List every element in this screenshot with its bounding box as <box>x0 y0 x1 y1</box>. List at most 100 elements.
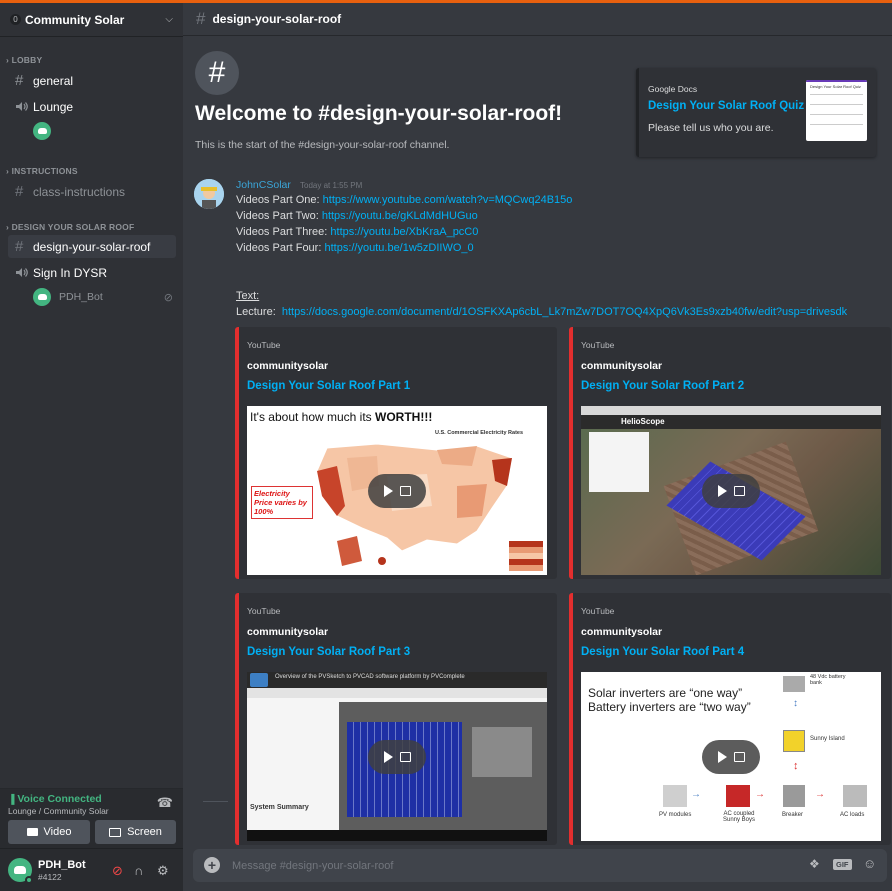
voice-channel-sign-in[interactable]: Sign In DYSR <box>8 261 176 284</box>
emoji-icon[interactable]: ☺ <box>863 856 876 871</box>
arrow-icon: → <box>815 789 825 800</box>
embed-provider: YouTube <box>581 606 615 616</box>
map-legend <box>509 541 543 571</box>
voice-panel: ▐ Voice Connected Lounge / Community Sol… <box>0 788 183 848</box>
breaker-label: Breaker <box>782 812 804 818</box>
voice-user[interactable] <box>33 122 51 140</box>
embed-title-link[interactable]: Design Your Solar Roof Part 3 <box>247 646 410 658</box>
text-label: Text: <box>236 290 260 302</box>
embed-title-link[interactable]: Design Your Solar Roof Part 1 <box>247 380 410 392</box>
embed-provider: YouTube <box>581 340 615 350</box>
embed-author[interactable]: communitysolar <box>247 626 328 638</box>
category-instructions[interactable]: › INSTRUCTIONS <box>6 166 78 176</box>
side-panel <box>589 432 649 492</box>
play-icon <box>717 484 727 497</box>
line-label: Videos Part One: <box>236 194 320 206</box>
channel-design-your-solar-roof[interactable]: # design-your-solar-roof <box>8 235 176 258</box>
youtube-embed: YouTube communitysolar Design Your Solar… <box>569 327 891 579</box>
message-input[interactable] <box>232 855 752 876</box>
hash-icon: # <box>15 72 24 89</box>
server-header[interactable]: 0 Community Solar ⌵ <box>0 3 183 37</box>
breaker-icon <box>783 785 805 807</box>
embed-title-link[interactable]: Design Your Solar Roof Quiz <box>648 100 804 112</box>
server-badge: 0 <box>10 14 21 25</box>
hash-icon: # <box>196 9 206 28</box>
battery-label: 48 Vdc battery bank <box>810 674 846 686</box>
message-line: Videos Part Four: https://youtu.be/1w5zD… <box>236 242 474 254</box>
channel-label: design-your-solar-roof <box>33 239 151 254</box>
gift-icon[interactable]: ❖ <box>809 857 820 871</box>
add-attachment-icon[interactable]: + <box>204 857 220 873</box>
gear-icon[interactable]: ⚙ <box>157 863 169 879</box>
video-thumbnail[interactable]: Overview of the PVSketch to PVCAD softwa… <box>247 672 547 841</box>
headphones-icon[interactable]: ∩ <box>134 863 143 878</box>
thumbnail-heading: Solar inverters are “one way” Battery inv… <box>588 686 751 714</box>
screen-button[interactable]: Screen <box>95 820 176 844</box>
embed-author[interactable]: communitysolar <box>581 360 662 372</box>
arrow-icon: → <box>755 789 765 800</box>
open-external-icon <box>399 485 411 496</box>
voice-channel-lounge[interactable]: Lounge <box>8 95 176 118</box>
play-button[interactable] <box>702 739 760 774</box>
battery-icon <box>783 676 805 692</box>
channel-logo <box>250 673 268 687</box>
play-icon <box>383 750 393 763</box>
inverter-icon <box>783 730 805 752</box>
embed-thumbnail[interactable]: Design Your Solar Roof Quiz <box>806 80 867 141</box>
channel-label: class-instructions <box>33 184 126 199</box>
hash-icon: # <box>15 238 24 255</box>
message-timestamp: Today at 1:55 PM <box>300 181 363 190</box>
gif-button[interactable]: GIF <box>833 859 852 870</box>
embed-title-link[interactable]: Design Your Solar Roof Part 4 <box>581 646 744 658</box>
browser-bar <box>581 406 881 415</box>
youtube-embed: YouTube communitysolar Design Your Solar… <box>235 327 557 579</box>
ac-loads-label: AC loads <box>840 812 865 818</box>
heading-text: It's about how much its <box>250 410 376 424</box>
category-label: DESIGN YOUR SOLAR ROOF <box>11 222 135 232</box>
category-lobby[interactable]: › LOBBY <box>6 55 42 65</box>
video-button[interactable]: Video <box>8 820 90 844</box>
video-link[interactable]: https://www.youtube.com/watch?v=MQCwq24B… <box>323 194 573 206</box>
lecture-link[interactable]: https://docs.google.com/document/d/1OSFK… <box>282 306 847 318</box>
app-toolbar <box>247 688 547 698</box>
play-button[interactable] <box>368 473 426 508</box>
play-button[interactable] <box>702 473 760 508</box>
video-link[interactable]: https://youtu.be/XbKraA_pcC0 <box>330 226 478 238</box>
category-design-your-solar-roof[interactable]: › DESIGN YOUR SOLAR ROOF <box>6 222 134 232</box>
embed-author[interactable]: communitysolar <box>247 360 328 372</box>
voice-user-pdh-bot[interactable]: PDH_Bot ⊘ <box>33 288 173 306</box>
chevron-down-icon[interactable]: ⌵ <box>165 14 173 25</box>
user-panel: PDH_Bot #4122 ⊘ ∩ ⚙ <box>0 848 183 891</box>
video-link[interactable]: https://youtu.be/1w5zDIIWO_0 <box>324 242 473 254</box>
voice-status: ▐ Voice Connected <box>8 793 102 805</box>
channel-general[interactable]: # general <box>8 69 176 92</box>
mic-muted-icon[interactable]: ⊘ <box>112 863 123 879</box>
arrow-icon: ↕ <box>793 698 798 709</box>
arrow-icon: → <box>691 789 701 800</box>
embed-provider: YouTube <box>247 606 281 616</box>
disconnect-icon[interactable]: ☎ <box>157 795 173 811</box>
app-logo: HelioScope <box>621 417 665 426</box>
island-label: Sunny Island <box>810 736 845 742</box>
hash-icon: # <box>195 51 239 95</box>
video-thumbnail[interactable]: It's about how much its WORTH!!! U.S. Co… <box>247 406 547 575</box>
line-label: Videos Part Three: <box>236 226 328 238</box>
embed-author[interactable]: communitysolar <box>581 626 662 638</box>
message-line: Videos Part Three: https://youtu.be/XbKr… <box>236 226 478 238</box>
channel-class-instructions[interactable]: # class-instructions <box>8 180 176 203</box>
video-thumbnail[interactable]: Solar inverters are “one way” Battery inv… <box>581 672 881 841</box>
google-docs-embed: Google Docs Design Your Solar Roof Quiz … <box>636 68 876 157</box>
price-note: Electricity Price varies by 100% <box>251 486 313 519</box>
video-link[interactable]: https://youtu.be/gKLdMdHUGuo <box>322 210 478 222</box>
play-button[interactable] <box>368 739 426 774</box>
message-author[interactable]: JohnCSolar <box>236 179 291 191</box>
video-thumbnail[interactable]: HelioScope <box>581 406 881 575</box>
screen-share-icon <box>109 827 122 837</box>
voice-status-label: Voice Connected <box>17 793 102 805</box>
chat-area: # design-your-solar-roof # Welcome to #d… <box>183 3 892 888</box>
play-icon <box>383 484 393 497</box>
embed-title-link[interactable]: Design Your Solar Roof Part 2 <box>581 380 744 392</box>
thumbnail-title: Design Your Solar Roof Quiz <box>810 84 861 89</box>
author-avatar[interactable] <box>194 179 224 209</box>
inverter-icon <box>726 785 750 807</box>
